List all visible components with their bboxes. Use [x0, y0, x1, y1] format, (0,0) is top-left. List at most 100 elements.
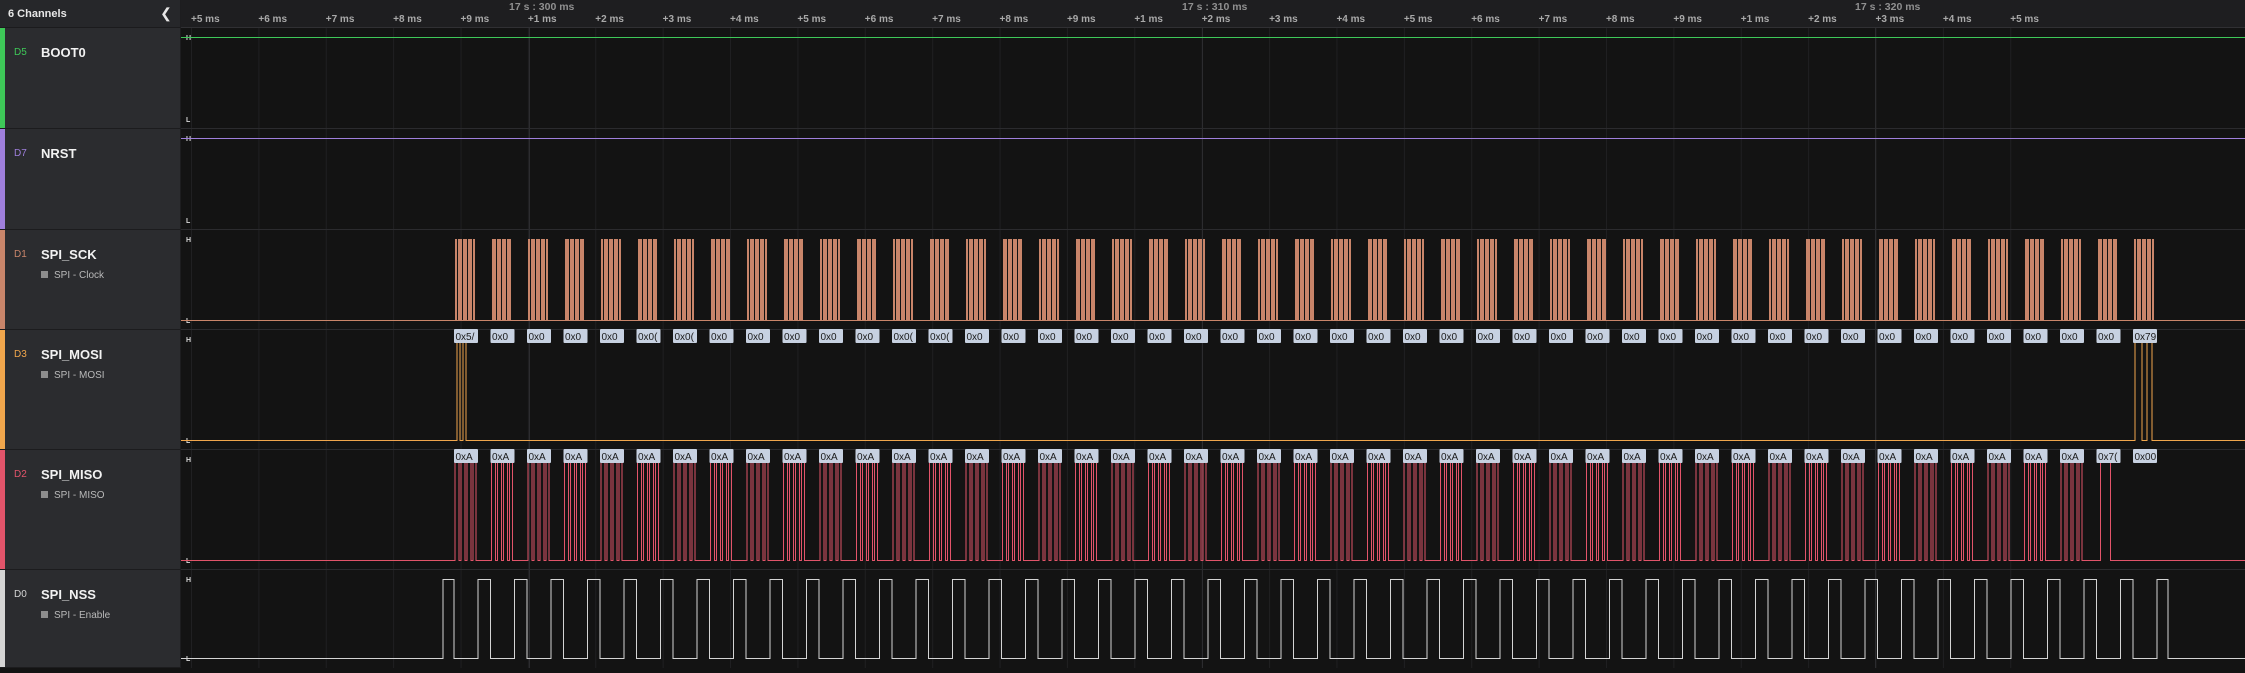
- mosi-byte-tag[interactable]: 0x0: [1330, 329, 1354, 343]
- mosi-byte-tag[interactable]: 0x0: [1877, 329, 1902, 343]
- mosi-byte-tag[interactable]: 0x0: [1403, 329, 1427, 343]
- mosi-byte-tag[interactable]: 0x0: [1184, 329, 1208, 343]
- mosi-byte-tag[interactable]: 0x0: [819, 329, 843, 343]
- miso-byte-tag[interactable]: 0xA: [1987, 449, 2011, 463]
- channel-analyzer-label[interactable]: SPI - Clock: [41, 270, 104, 281]
- channel-analyzer-label[interactable]: SPI - MOSI: [41, 370, 105, 381]
- miso-byte-tag[interactable]: 0xA: [527, 449, 551, 463]
- mosi-byte-tag[interactable]: 0x0(: [636, 329, 661, 343]
- channel-name[interactable]: NRST: [41, 146, 76, 161]
- miso-byte-tag[interactable]: 0xA: [2023, 449, 2048, 463]
- mosi-byte-tag[interactable]: 0x0(: [928, 329, 953, 343]
- mosi-byte-tag[interactable]: 0x0: [1950, 329, 1975, 343]
- channel-analyzer-label[interactable]: SPI - MISO: [41, 490, 105, 501]
- mosi-byte-tag[interactable]: 0x0: [2096, 329, 2121, 343]
- mosi-byte-tag[interactable]: 0x0: [1695, 329, 1719, 343]
- miso-byte-tag[interactable]: 0xA: [782, 449, 807, 463]
- miso-byte-tag[interactable]: 0xA: [1038, 449, 1062, 463]
- miso-byte-tag[interactable]: 0xA: [1877, 449, 1902, 463]
- mosi-byte-tag[interactable]: 0x0: [2023, 329, 2048, 343]
- miso-byte-tag[interactable]: 0xA: [1074, 449, 1099, 463]
- channel-analyzer-label[interactable]: SPI - Enable: [41, 610, 110, 621]
- mosi-byte-tag[interactable]: 0x0: [1366, 329, 1391, 343]
- miso-byte-tag[interactable]: 0xA: [1622, 449, 1646, 463]
- miso-byte-tag[interactable]: 0xA: [1914, 449, 1938, 463]
- mosi-byte-tag[interactable]: 0x0: [2060, 329, 2084, 343]
- mosi-byte-tag[interactable]: 0x0: [1220, 329, 1245, 343]
- miso-byte-tag[interactable]: 0xA: [1950, 449, 1975, 463]
- channel-row-spi-nss[interactable]: D0 SPI_NSS SPI - Enable: [0, 570, 180, 668]
- miso-byte-tag[interactable]: 0xA: [636, 449, 661, 463]
- miso-byte-tag[interactable]: 0xA: [2060, 449, 2084, 463]
- mosi-byte-tag[interactable]: 0x0: [1257, 329, 1281, 343]
- mosi-byte-tag[interactable]: 0x0: [1658, 329, 1683, 343]
- miso-byte-tag[interactable]: 0xA: [1585, 449, 1610, 463]
- miso-byte-tag[interactable]: 0xA: [1184, 449, 1208, 463]
- mosi-byte-tag[interactable]: 0x0: [563, 329, 588, 343]
- miso-byte-tag[interactable]: 0xA: [928, 449, 953, 463]
- mosi-byte-tag[interactable]: 0x0: [1439, 329, 1464, 343]
- miso-byte-tag[interactable]: 0xA: [1330, 449, 1354, 463]
- miso-byte-tag[interactable]: 0xA: [1549, 449, 1573, 463]
- mosi-byte-tag[interactable]: 0x0: [1512, 329, 1537, 343]
- miso-byte-tag[interactable]: 0xA: [1841, 449, 1865, 463]
- miso-byte-tag[interactable]: 0xA: [709, 449, 734, 463]
- miso-byte-tag[interactable]: 0x00: [2133, 449, 2157, 463]
- miso-byte-tag[interactable]: 0xA: [673, 449, 697, 463]
- mosi-byte-tag[interactable]: 0x0: [1585, 329, 1610, 343]
- miso-byte-tag[interactable]: 0xA: [892, 449, 916, 463]
- mosi-byte-tag[interactable]: 0x0: [1841, 329, 1865, 343]
- miso-byte-tag[interactable]: 0xA: [746, 449, 770, 463]
- mosi-byte-tag[interactable]: 0x0: [1111, 329, 1135, 343]
- channel-row-nrst[interactable]: D7 NRST: [0, 129, 180, 230]
- mosi-byte-tag[interactable]: 0x0: [600, 329, 624, 343]
- miso-byte-tag[interactable]: 0xA: [1804, 449, 1829, 463]
- channel-row-spi-sck[interactable]: D1 SPI_SCK SPI - Clock: [0, 230, 180, 330]
- mosi-byte-tag[interactable]: 0x0: [1987, 329, 2011, 343]
- timeline-ruler[interactable]: +5 ms +6 ms +7 ms +8 ms +9 ms +1 ms +2 ms +3 ms…: [181, 0, 2245, 28]
- miso-byte-tag[interactable]: 0xA: [965, 449, 989, 463]
- miso-byte-tag[interactable]: 0xA: [454, 449, 478, 463]
- miso-byte-tag[interactable]: 0xA: [1658, 449, 1683, 463]
- mosi-byte-tag[interactable]: 0x0: [1001, 329, 1026, 343]
- miso-byte-tag[interactable]: 0xA: [490, 449, 515, 463]
- channel-name[interactable]: SPI_MISO: [41, 467, 102, 482]
- mosi-byte-tag[interactable]: 0x0: [1804, 329, 1829, 343]
- mosi-byte-tag[interactable]: 0x0: [746, 329, 770, 343]
- channel-row-spi-miso[interactable]: D2 SPI_MISO SPI - MISO: [0, 450, 180, 570]
- mosi-byte-tag[interactable]: 0x0: [1768, 329, 1792, 343]
- mosi-byte-tag[interactable]: 0x0: [1038, 329, 1062, 343]
- miso-byte-tag[interactable]: 0xA: [1257, 449, 1281, 463]
- channel-name[interactable]: SPI_NSS: [41, 587, 96, 602]
- mosi-byte-tag[interactable]: 0x5/: [454, 329, 478, 343]
- mosi-byte-tag[interactable]: 0x0: [490, 329, 515, 343]
- miso-byte-tag[interactable]: 0xA: [1439, 449, 1464, 463]
- mosi-byte-tag[interactable]: 0x0: [1293, 329, 1318, 343]
- mosi-byte-tag[interactable]: 0x0: [1147, 329, 1172, 343]
- miso-byte-tag[interactable]: 0xA: [1220, 449, 1245, 463]
- mosi-byte-tag[interactable]: 0x0: [709, 329, 734, 343]
- miso-byte-tag[interactable]: 0xA: [1476, 449, 1500, 463]
- miso-byte-tag[interactable]: 0x7(: [2096, 449, 2121, 463]
- miso-byte-tag[interactable]: 0xA: [563, 449, 588, 463]
- channel-name[interactable]: SPI_SCK: [41, 247, 97, 262]
- miso-byte-tag[interactable]: 0xA: [1147, 449, 1172, 463]
- miso-byte-tag[interactable]: 0xA: [1695, 449, 1719, 463]
- miso-byte-tag[interactable]: 0xA: [1001, 449, 1026, 463]
- miso-byte-tag[interactable]: 0xA: [855, 449, 880, 463]
- channel-name[interactable]: BOOT0: [41, 45, 86, 60]
- channel-name[interactable]: SPI_MOSI: [41, 347, 102, 362]
- miso-byte-tag[interactable]: 0xA: [1293, 449, 1318, 463]
- mosi-byte-tag[interactable]: 0x0: [527, 329, 551, 343]
- mosi-byte-tag[interactable]: 0x0(: [673, 329, 697, 343]
- miso-byte-tag[interactable]: 0xA: [1768, 449, 1792, 463]
- mosi-byte-tag[interactable]: 0x0: [1731, 329, 1756, 343]
- miso-byte-tag[interactable]: 0xA: [1512, 449, 1537, 463]
- mosi-byte-tag[interactable]: 0x0: [1074, 329, 1099, 343]
- channel-row-boot0[interactable]: D5 BOOT0: [0, 28, 180, 129]
- miso-byte-tag[interactable]: 0xA: [819, 449, 843, 463]
- mosi-byte-tag[interactable]: 0x0: [782, 329, 807, 343]
- channel-row-spi-mosi[interactable]: D3 SPI_MOSI SPI - MOSI: [0, 330, 180, 450]
- mosi-byte-tag[interactable]: 0x0: [1476, 329, 1500, 343]
- mosi-byte-tag[interactable]: 0x0: [855, 329, 880, 343]
